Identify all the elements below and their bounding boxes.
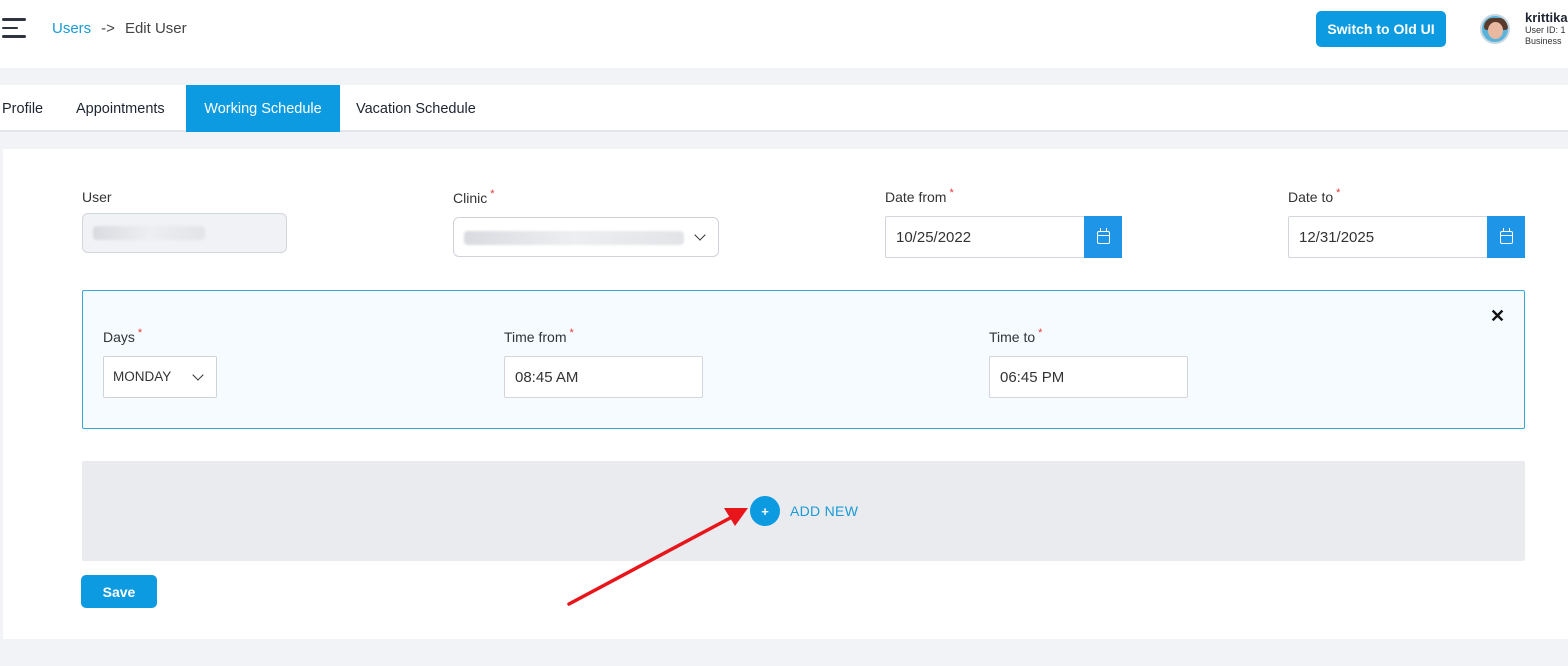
- calendar-icon: [1499, 227, 1513, 244]
- switch-to-old-ui-button[interactable]: Switch to Old UI: [1316, 11, 1446, 47]
- plus-icon[interactable]: +: [750, 496, 780, 526]
- user-info: krittika User ID: 1 Business: [1525, 10, 1568, 47]
- breadcrumb-users-link[interactable]: Users: [52, 20, 91, 37]
- top-bar: Users -> Edit User Switch to Old UI krit…: [0, 0, 1568, 68]
- date-from-input[interactable]: 10/25/2022: [885, 216, 1085, 258]
- clinic-label: Clinic *: [453, 188, 495, 206]
- clinic-select[interactable]: [453, 217, 719, 257]
- days-value: MONDAY: [113, 369, 172, 384]
- clinic-value-redacted: [464, 231, 684, 245]
- calendar-icon: [1096, 227, 1110, 244]
- user-field: [82, 213, 287, 253]
- breadcrumb-current: Edit User: [124, 20, 187, 37]
- date-to-input[interactable]: 12/31/2025: [1288, 216, 1488, 258]
- time-to-input[interactable]: 06:45 PM: [989, 356, 1188, 398]
- user-value-redacted: [93, 226, 205, 240]
- breadcrumb-separator: ->: [101, 20, 115, 37]
- date-from-calendar-button[interactable]: [1084, 216, 1122, 258]
- time-to-label: Time to *: [989, 327, 1043, 345]
- tab-vacation-schedule[interactable]: Vacation Schedule: [356, 85, 476, 132]
- date-to-calendar-button[interactable]: [1487, 216, 1525, 258]
- chevron-down-icon: [192, 369, 204, 381]
- date-to-label: Date to *: [1288, 187, 1341, 205]
- avatar[interactable]: [1480, 14, 1510, 44]
- schedule-entry: [82, 290, 1525, 429]
- hamburger-menu-icon[interactable]: [2, 18, 28, 40]
- add-new-button[interactable]: ADD NEW: [790, 503, 858, 519]
- breadcrumb: Users -> Edit User: [52, 20, 187, 37]
- tab-appointments[interactable]: Appointments: [76, 85, 165, 132]
- chevron-down-icon: [694, 229, 706, 241]
- time-from-input[interactable]: 08:45 AM: [504, 356, 703, 398]
- user-business: Business: [1525, 36, 1562, 46]
- save-button[interactable]: Save: [81, 575, 157, 608]
- tab-bar: Profile Appointments Working Schedule Va…: [0, 85, 1568, 132]
- days-select[interactable]: MONDAY: [103, 356, 217, 398]
- user-id: User ID: 1: [1525, 25, 1566, 35]
- user-label: User: [82, 189, 112, 205]
- days-label: Days *: [103, 327, 143, 345]
- tab-working-schedule[interactable]: Working Schedule: [186, 85, 340, 132]
- tab-profile[interactable]: Profile: [2, 85, 43, 132]
- date-from-label: Date from *: [885, 187, 954, 205]
- close-icon[interactable]: ✕: [1490, 306, 1505, 327]
- time-from-label: Time from *: [504, 327, 574, 345]
- user-name: krittika: [1525, 10, 1568, 25]
